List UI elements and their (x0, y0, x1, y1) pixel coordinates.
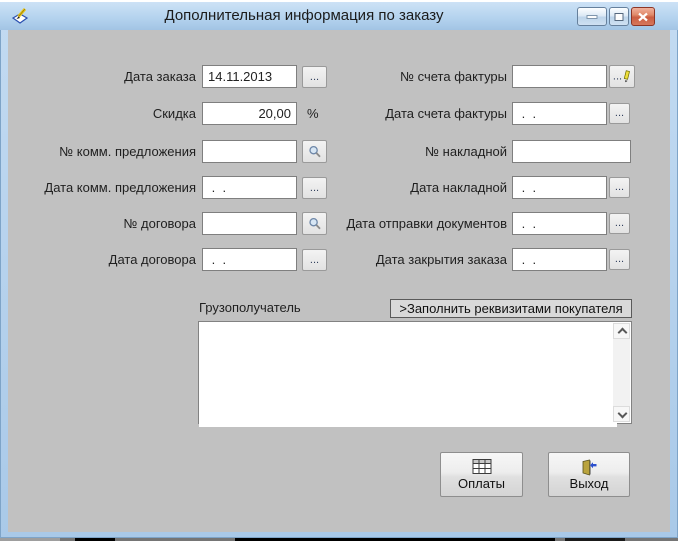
consignee-textarea[interactable] (199, 322, 617, 427)
window-title: Дополнительная информация по заказу (164, 7, 444, 24)
invoice-number-input[interactable] (512, 65, 607, 88)
contract-date-input[interactable] (202, 248, 297, 271)
exit-button-label: Выход (569, 476, 609, 491)
waybill-date-input[interactable] (512, 176, 607, 199)
documents-sent-date-label: Дата отправки документов (346, 216, 507, 231)
minimize-icon (586, 14, 598, 19)
pencil-icon (623, 70, 631, 83)
title-bar[interactable]: Дополнительная информация по заказу (0, 2, 678, 30)
commercial-offer-date-input[interactable] (202, 176, 297, 199)
order-close-date-picker-button[interactable]: ... (609, 249, 630, 270)
chevron-up-icon (617, 327, 628, 338)
dialog-client-area: Дата заказа ... Скидка % № комм. предлож… (8, 30, 670, 532)
restore-icon (614, 12, 624, 21)
exit-button[interactable]: Выход (548, 452, 630, 497)
waybill-date-label: Дата накладной (410, 180, 507, 195)
commercial-offer-number-input[interactable] (202, 140, 297, 163)
invoice-date-input[interactable] (512, 102, 607, 125)
restore-button[interactable] (609, 7, 629, 26)
dialog-window: Дополнительная информация по заказу Дата… (0, 2, 678, 538)
scroll-up-button[interactable] (613, 323, 630, 339)
documents-sent-date-picker-button[interactable]: ... (609, 213, 630, 234)
invoice-date-label: Дата счета фактуры (385, 106, 507, 121)
invoice-number-label: № счета фактуры (400, 69, 507, 84)
discount-label: Скидка (152, 106, 196, 121)
discount-input[interactable] (202, 102, 297, 125)
consignee-label: Грузополучатель (199, 300, 301, 315)
fill-from-buyer-button[interactable]: >Заполнить реквизитами покупателя (390, 299, 632, 318)
consignee-textbox (198, 321, 632, 427)
close-icon (638, 12, 648, 21)
writing-hand-icon (11, 8, 29, 24)
contract-number-label: № договора (123, 216, 196, 231)
payments-button[interactable]: Оплаты (440, 452, 523, 497)
vertical-scrollbar[interactable] (613, 323, 630, 422)
invoice-date-picker-button[interactable]: ... (609, 103, 630, 124)
ellipsis-text: ... (612, 70, 623, 83)
chevron-down-icon (617, 408, 628, 419)
documents-sent-date-input[interactable] (512, 212, 607, 235)
order-date-label: Дата заказа (124, 69, 196, 84)
waybill-number-label: № накладной (425, 144, 507, 159)
waybill-number-input[interactable] (512, 140, 631, 163)
commercial-offer-date-label: Дата комм. предложения (44, 180, 196, 195)
screen: Дополнительная информация по заказу Дата… (0, 0, 678, 541)
scroll-down-button[interactable] (613, 406, 630, 422)
invoice-number-edit-button[interactable]: ... (609, 65, 635, 88)
order-close-date-input[interactable] (512, 248, 607, 271)
close-button[interactable] (631, 7, 655, 26)
commercial-offer-number-label: № комм. предложения (59, 144, 196, 159)
contract-date-label: Дата договора (108, 252, 196, 267)
payments-button-label: Оплаты (458, 476, 505, 491)
order-close-date-label: Дата закрытия заказа (375, 252, 507, 267)
waybill-date-picker-button[interactable]: ... (609, 177, 630, 198)
order-date-input[interactable] (202, 65, 297, 88)
minimize-button[interactable] (577, 7, 607, 26)
exit-door-icon (582, 459, 597, 476)
contract-number-input[interactable] (202, 212, 297, 235)
table-icon (472, 459, 491, 474)
